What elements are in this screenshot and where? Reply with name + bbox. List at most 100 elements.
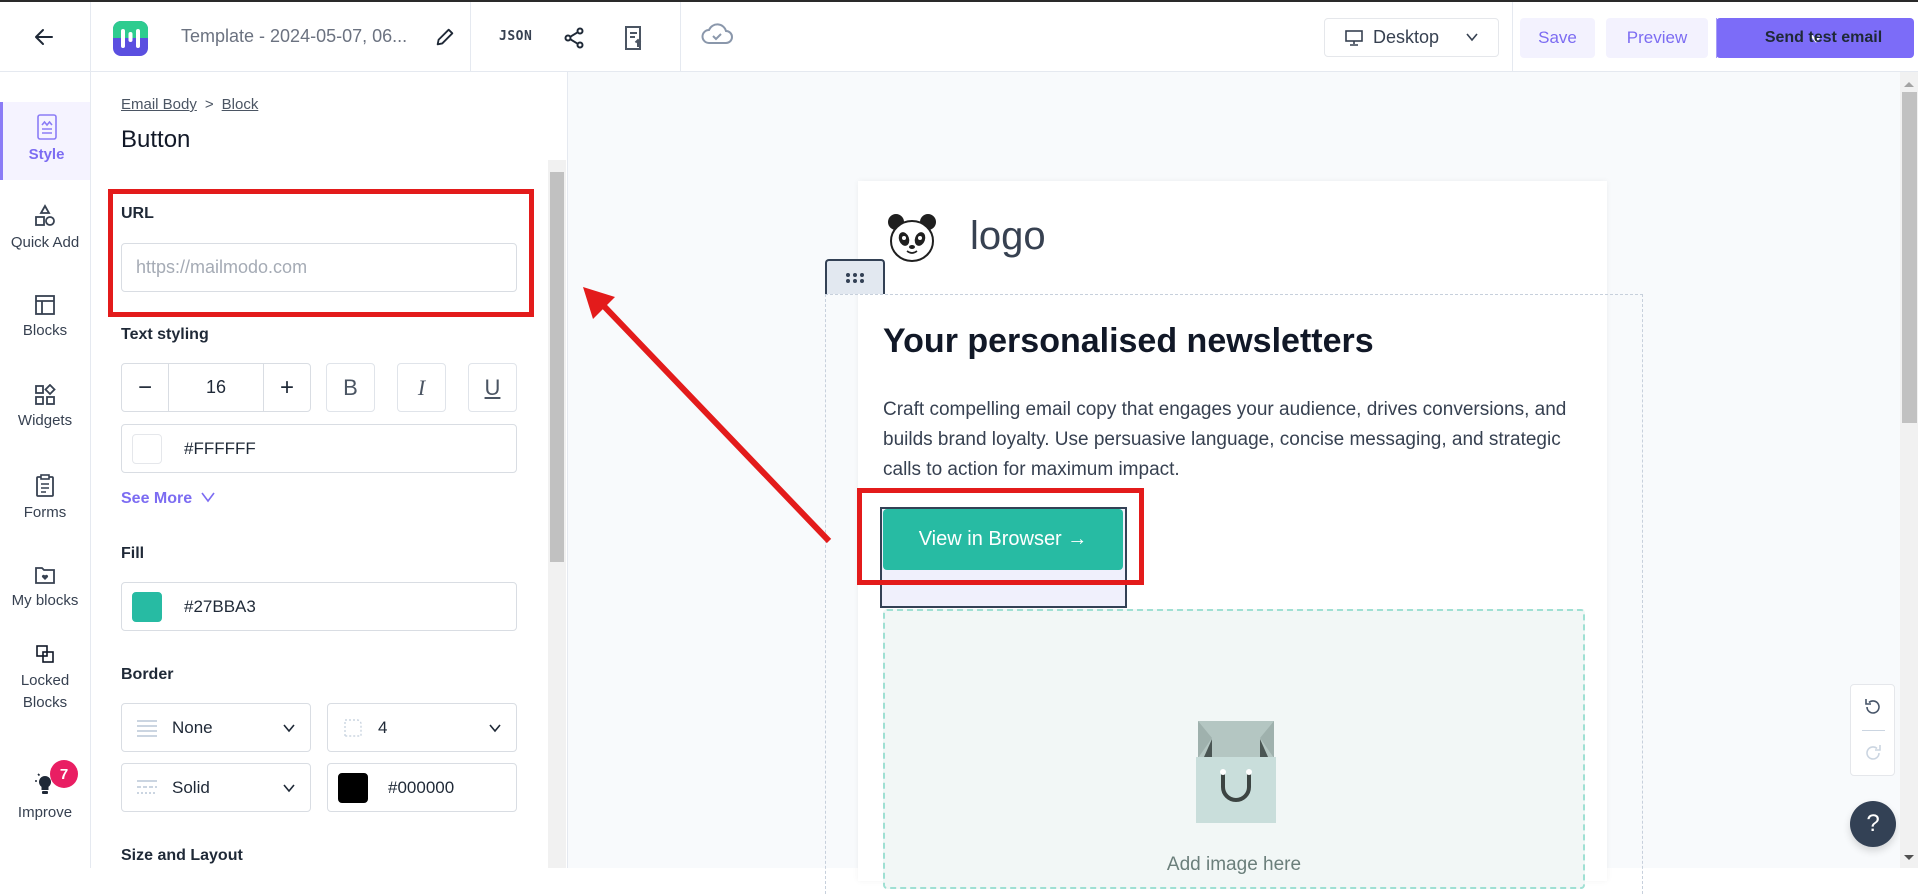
chevron-down-icon: [283, 724, 295, 733]
mailmodo-logo: [113, 21, 148, 56]
share-button[interactable]: [562, 26, 586, 50]
italic-button[interactable]: I: [397, 363, 446, 412]
border-style-select[interactable]: Solid: [121, 763, 311, 812]
rail-item-label: Widgets: [17, 412, 73, 429]
rail-item-quick-add[interactable]: Quick Add: [0, 204, 90, 251]
divider: [1862, 730, 1885, 731]
decrease-font-size-button[interactable]: −: [122, 364, 168, 411]
rail-item-my-blocks[interactable]: My blocks: [0, 564, 90, 609]
text-color-field[interactable]: #FFFFFF: [121, 424, 517, 473]
image-placeholder-label: Add image here: [1166, 854, 1302, 875]
preview-button[interactable]: Preview: [1606, 18, 1708, 58]
json-button[interactable]: JSON: [499, 29, 532, 44]
breadcrumb: Email Body > Block: [121, 96, 258, 113]
clipboard-icon: [36, 474, 54, 497]
bold-button[interactable]: B: [326, 363, 375, 412]
send-test-email-button[interactable]: Send test email: [1716, 18, 1914, 58]
image-placeholder[interactable]: Add image here: [883, 609, 1585, 889]
font-size-value[interactable]: 16: [168, 364, 264, 411]
breadcrumb-email-body[interactable]: Email Body: [121, 96, 197, 113]
border-color-value: #000000: [388, 777, 455, 797]
fill-label: Fill: [121, 545, 145, 562]
undo-icon[interactable]: [1862, 696, 1884, 718]
cloud-check-icon: [701, 23, 733, 44]
send-test-email-label: Send test email: [1764, 29, 1883, 46]
rail-item-blocks[interactable]: Blocks: [0, 294, 90, 339]
divider: [470, 2, 471, 72]
edit-title-button[interactable]: [434, 26, 458, 50]
widgets-icon: [35, 384, 56, 405]
canvas-scrollbar[interactable]: [1900, 72, 1918, 868]
panel-scrollbar-thumb[interactable]: [550, 172, 564, 562]
size-layout-label: Size and Layout: [121, 847, 243, 864]
redo-icon[interactable]: [1862, 742, 1884, 764]
email-heading[interactable]: Your personalised newsletters: [883, 322, 1374, 361]
rail-item-improve[interactable]: 7 Improve: [0, 760, 90, 821]
style-icon: [36, 114, 57, 140]
panel-title: Button: [121, 126, 191, 153]
canvas-scrollbar-thumb[interactable]: [1902, 92, 1917, 423]
font-size-stepper: − 16 +: [121, 363, 311, 412]
rail-item-style[interactable]: Style: [0, 102, 90, 180]
fill-color-swatch[interactable]: [132, 591, 162, 622]
shopping-bag-icon: [1196, 721, 1276, 823]
text-color-swatch[interactable]: [132, 433, 162, 464]
increase-font-size-button[interactable]: +: [264, 364, 310, 411]
border-radius-value: 4: [378, 717, 388, 737]
border-style-icon: [137, 779, 157, 794]
rail-item-label: Style: [28, 146, 65, 163]
export-button[interactable]: [622, 25, 646, 51]
rail-item-label: Blocks: [22, 322, 68, 339]
annotation-button-highlight: [857, 488, 1144, 585]
device-select[interactable]: Desktop: [1324, 18, 1499, 57]
see-more-button[interactable]: See More: [121, 490, 215, 508]
border-color-field[interactable]: #000000: [327, 763, 517, 812]
rail-item-label: My blocks: [11, 592, 79, 609]
rail-item-label: Quick Add: [10, 234, 80, 251]
border-label: Border: [121, 666, 174, 683]
drag-dots-icon: [846, 272, 864, 283]
block-drag-handle[interactable]: [825, 259, 885, 294]
layout-icon: [35, 295, 55, 315]
border-lines-icon: [137, 719, 157, 737]
shapes-icon: [35, 204, 55, 226]
rail-item-locked-blocks[interactable]: Locked Blocks: [0, 644, 90, 714]
folder-heart-icon: [35, 567, 55, 584]
logo-text: logo: [970, 214, 1046, 258]
chevron-down-icon: [1466, 33, 1478, 42]
pencil-icon: [436, 28, 454, 46]
border-style-value: Solid: [172, 777, 210, 797]
save-button[interactable]: Save: [1520, 18, 1595, 58]
notification-badge: 7: [50, 760, 78, 788]
border-radius-select[interactable]: 4: [327, 703, 517, 752]
scroll-up-icon[interactable]: [1900, 78, 1918, 90]
border-color-swatch[interactable]: [338, 772, 368, 803]
underline-button[interactable]: U: [468, 363, 517, 412]
email-body-text[interactable]: Craft compelling email copy that engages…: [883, 395, 1583, 485]
see-more-label: See More: [121, 490, 193, 507]
scroll-down-icon[interactable]: [1900, 852, 1918, 864]
text-color-value: #FFFFFF: [184, 438, 256, 458]
email-canvas: logo Your personalised newsletters Craft…: [568, 72, 1900, 894]
left-rail: Style Quick Add Blocks Widgets Forms My …: [0, 72, 91, 868]
help-button[interactable]: ?: [1850, 801, 1896, 847]
monitor-icon: [1345, 29, 1363, 46]
breadcrumb-separator: >: [204, 96, 214, 113]
breadcrumb-block[interactable]: Block: [222, 96, 259, 113]
rail-item-widgets[interactable]: Widgets: [0, 384, 90, 429]
template-title[interactable]: Template - 2024-05-07, 06...: [181, 26, 407, 47]
fill-color-value: #27BBA3: [184, 596, 256, 616]
divider: [1512, 2, 1513, 72]
rail-item-forms[interactable]: Forms: [0, 474, 90, 521]
copy-icon: [36, 645, 54, 663]
rail-item-label: Improve: [17, 804, 73, 821]
panel-scrollbar[interactable]: [548, 160, 566, 868]
divider: [90, 2, 91, 72]
fill-color-field[interactable]: #27BBA3: [121, 582, 517, 631]
rail-item-label: Locked Blocks: [20, 672, 70, 711]
corner-radius-icon: [344, 718, 362, 737]
chevron-down-icon: [200, 492, 215, 503]
border-type-select[interactable]: None: [121, 703, 311, 752]
back-button[interactable]: [26, 22, 62, 52]
border-type-value: None: [172, 717, 213, 737]
